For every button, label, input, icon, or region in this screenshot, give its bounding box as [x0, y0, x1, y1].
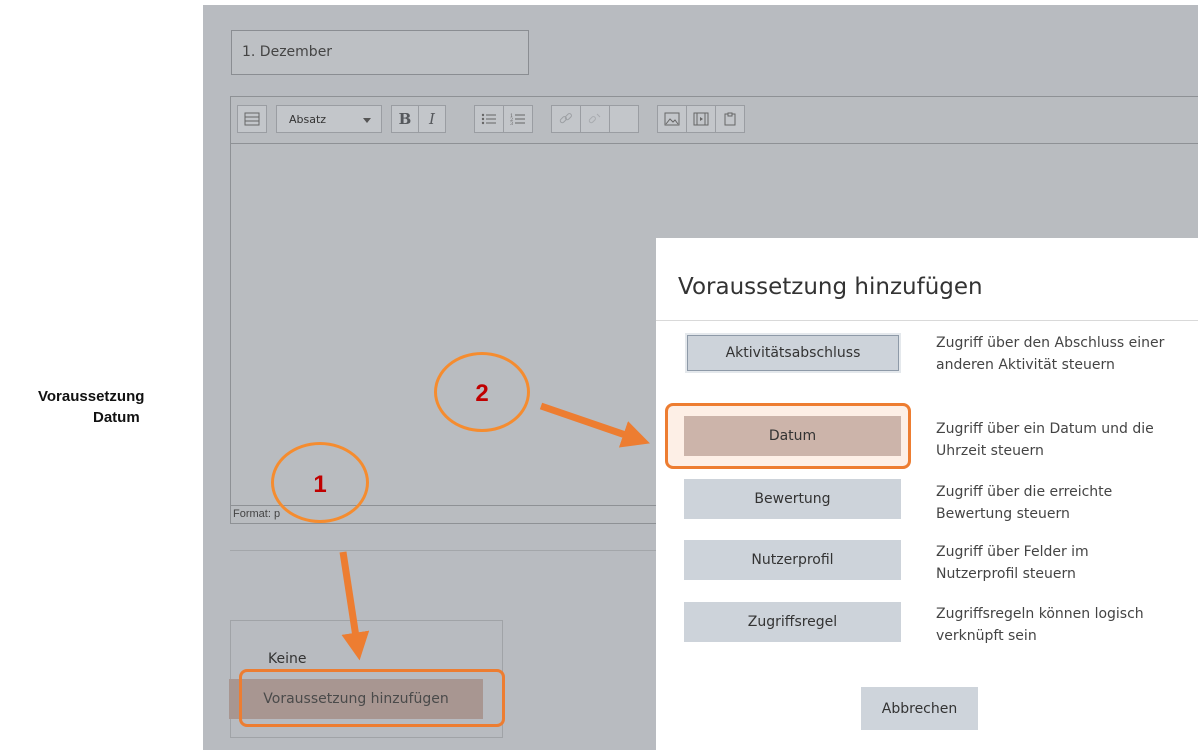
arrow-to-add-button: [339, 551, 370, 661]
annotation-arrows: [339, 402, 650, 661]
arrow-to-date-option: [539, 402, 650, 448]
